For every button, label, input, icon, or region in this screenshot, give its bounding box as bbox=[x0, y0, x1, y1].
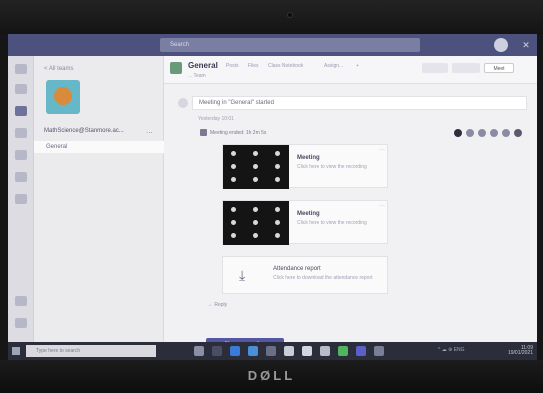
files-icon[interactable] bbox=[15, 194, 27, 204]
channel-icon bbox=[170, 62, 182, 74]
meet-button[interactable]: Meet bbox=[484, 63, 514, 73]
search-bar[interactable]: Search bbox=[160, 38, 420, 52]
channel-header: General Posts Files Class Notebook Assig… bbox=[164, 56, 537, 84]
taskbar-app-icon[interactable] bbox=[320, 346, 330, 356]
recording-card-2[interactable]: Meeting Click here to view the recording… bbox=[222, 200, 388, 245]
assignments-icon[interactable] bbox=[15, 128, 27, 138]
recording-thumbnail bbox=[223, 145, 289, 189]
task-view-icon[interactable] bbox=[194, 346, 204, 356]
close-icon[interactable]: ✕ bbox=[520, 39, 532, 51]
reply-link[interactable]: ← Reply bbox=[208, 302, 227, 308]
activity-icon[interactable] bbox=[15, 64, 27, 74]
taskbar-clock[interactable]: 11:09 19/01/2021 bbox=[503, 346, 533, 356]
teams-icon[interactable] bbox=[15, 106, 27, 116]
clock-date: 19/01/2021 bbox=[507, 350, 533, 356]
card-title: Meeting bbox=[297, 155, 320, 161]
app-rail bbox=[8, 56, 34, 342]
meeting-icon bbox=[200, 129, 207, 136]
laptop-bezel-left bbox=[0, 34, 8, 360]
help-icon[interactable] bbox=[15, 318, 27, 328]
download-icon: ⤓ bbox=[239, 267, 246, 283]
recording-thumbnail bbox=[223, 201, 289, 245]
channel-title: General bbox=[188, 61, 218, 70]
more-options-icon[interactable]: ... bbox=[146, 126, 153, 135]
windows-start-icon[interactable] bbox=[12, 347, 20, 355]
team-logo bbox=[46, 80, 80, 114]
system-tray[interactable]: ^ ☁ ⊕ ENG bbox=[438, 347, 465, 353]
taskbar-app-icon[interactable] bbox=[338, 346, 348, 356]
more-options-icon[interactable]: ··· bbox=[379, 147, 385, 153]
file-subtitle: Click here to download the attendance re… bbox=[273, 275, 373, 281]
post-timestamp: Yesterday 10:01 bbox=[198, 116, 234, 122]
calendar-icon[interactable] bbox=[15, 150, 27, 160]
laptop-bezel-top bbox=[0, 0, 543, 34]
tab-assignments[interactable]: Assign... bbox=[324, 63, 343, 69]
taskbar-app-icon[interactable] bbox=[212, 346, 222, 356]
windows-taskbar: Type here to search ^ ☁ ⊕ ENG 11:09 19/0… bbox=[8, 342, 537, 360]
taskbar-app-icon[interactable] bbox=[266, 346, 276, 356]
team-name[interactable]: MathScience@Stanmore.ac... bbox=[44, 128, 124, 134]
teams-panel: < All teams MathScience@Stanmore.ac... .… bbox=[34, 56, 164, 342]
card-subtitle: Click here to view the recording bbox=[297, 220, 367, 226]
edge-icon[interactable] bbox=[230, 346, 240, 356]
tab-class-notebook[interactable]: Class Notebook bbox=[268, 63, 303, 69]
user-avatar[interactable] bbox=[494, 38, 508, 52]
tab-posts[interactable]: Posts bbox=[226, 63, 239, 69]
taskbar-search[interactable]: Type here to search bbox=[26, 345, 156, 357]
chat-icon[interactable] bbox=[15, 84, 27, 94]
card-subtitle: Click here to view the recording bbox=[297, 164, 367, 170]
app-titlebar: Search ✕ bbox=[8, 34, 537, 56]
file-explorer-icon[interactable] bbox=[248, 346, 258, 356]
more-options-icon[interactable]: ··· bbox=[379, 203, 385, 209]
all-teams-link[interactable]: < All teams bbox=[44, 66, 74, 72]
teams-taskbar-icon[interactable] bbox=[356, 346, 366, 356]
laptop-brand-logo: DØLL bbox=[247, 368, 296, 383]
channel-main: General Posts Files Class Notebook Assig… bbox=[164, 56, 537, 350]
store-icon[interactable] bbox=[284, 346, 294, 356]
meeting-duration: Meeting ended: 1h 2m 5s bbox=[210, 130, 267, 136]
channel-subtitle: ... Team bbox=[188, 73, 206, 79]
tab-files[interactable]: Files bbox=[248, 63, 259, 69]
participant-avatars bbox=[454, 129, 534, 139]
apps-icon[interactable] bbox=[15, 296, 27, 306]
calls-icon[interactable] bbox=[15, 172, 27, 182]
add-tab-icon[interactable]: + bbox=[356, 63, 359, 69]
laptop-bezel-right bbox=[537, 34, 543, 360]
attendance-file-card[interactable]: ⤓ Attendance report Click here to downlo… bbox=[222, 256, 388, 294]
lock-icon[interactable] bbox=[302, 346, 312, 356]
header-action-2[interactable] bbox=[452, 63, 480, 73]
meeting-post[interactable]: Meeting in "General" started bbox=[192, 96, 527, 110]
channel-item-general[interactable]: General bbox=[34, 141, 164, 153]
post-avatar bbox=[178, 98, 188, 108]
recording-card-1[interactable]: Meeting Click here to view the recording… bbox=[222, 144, 388, 189]
screen: Search ✕ < All teams MathScience@Stanmor… bbox=[8, 34, 537, 360]
header-action-1[interactable] bbox=[422, 63, 448, 73]
card-title: Meeting bbox=[297, 211, 320, 217]
taskbar-app-icon[interactable] bbox=[374, 346, 384, 356]
file-title: Attendance report bbox=[273, 266, 321, 272]
webcam bbox=[287, 12, 293, 18]
